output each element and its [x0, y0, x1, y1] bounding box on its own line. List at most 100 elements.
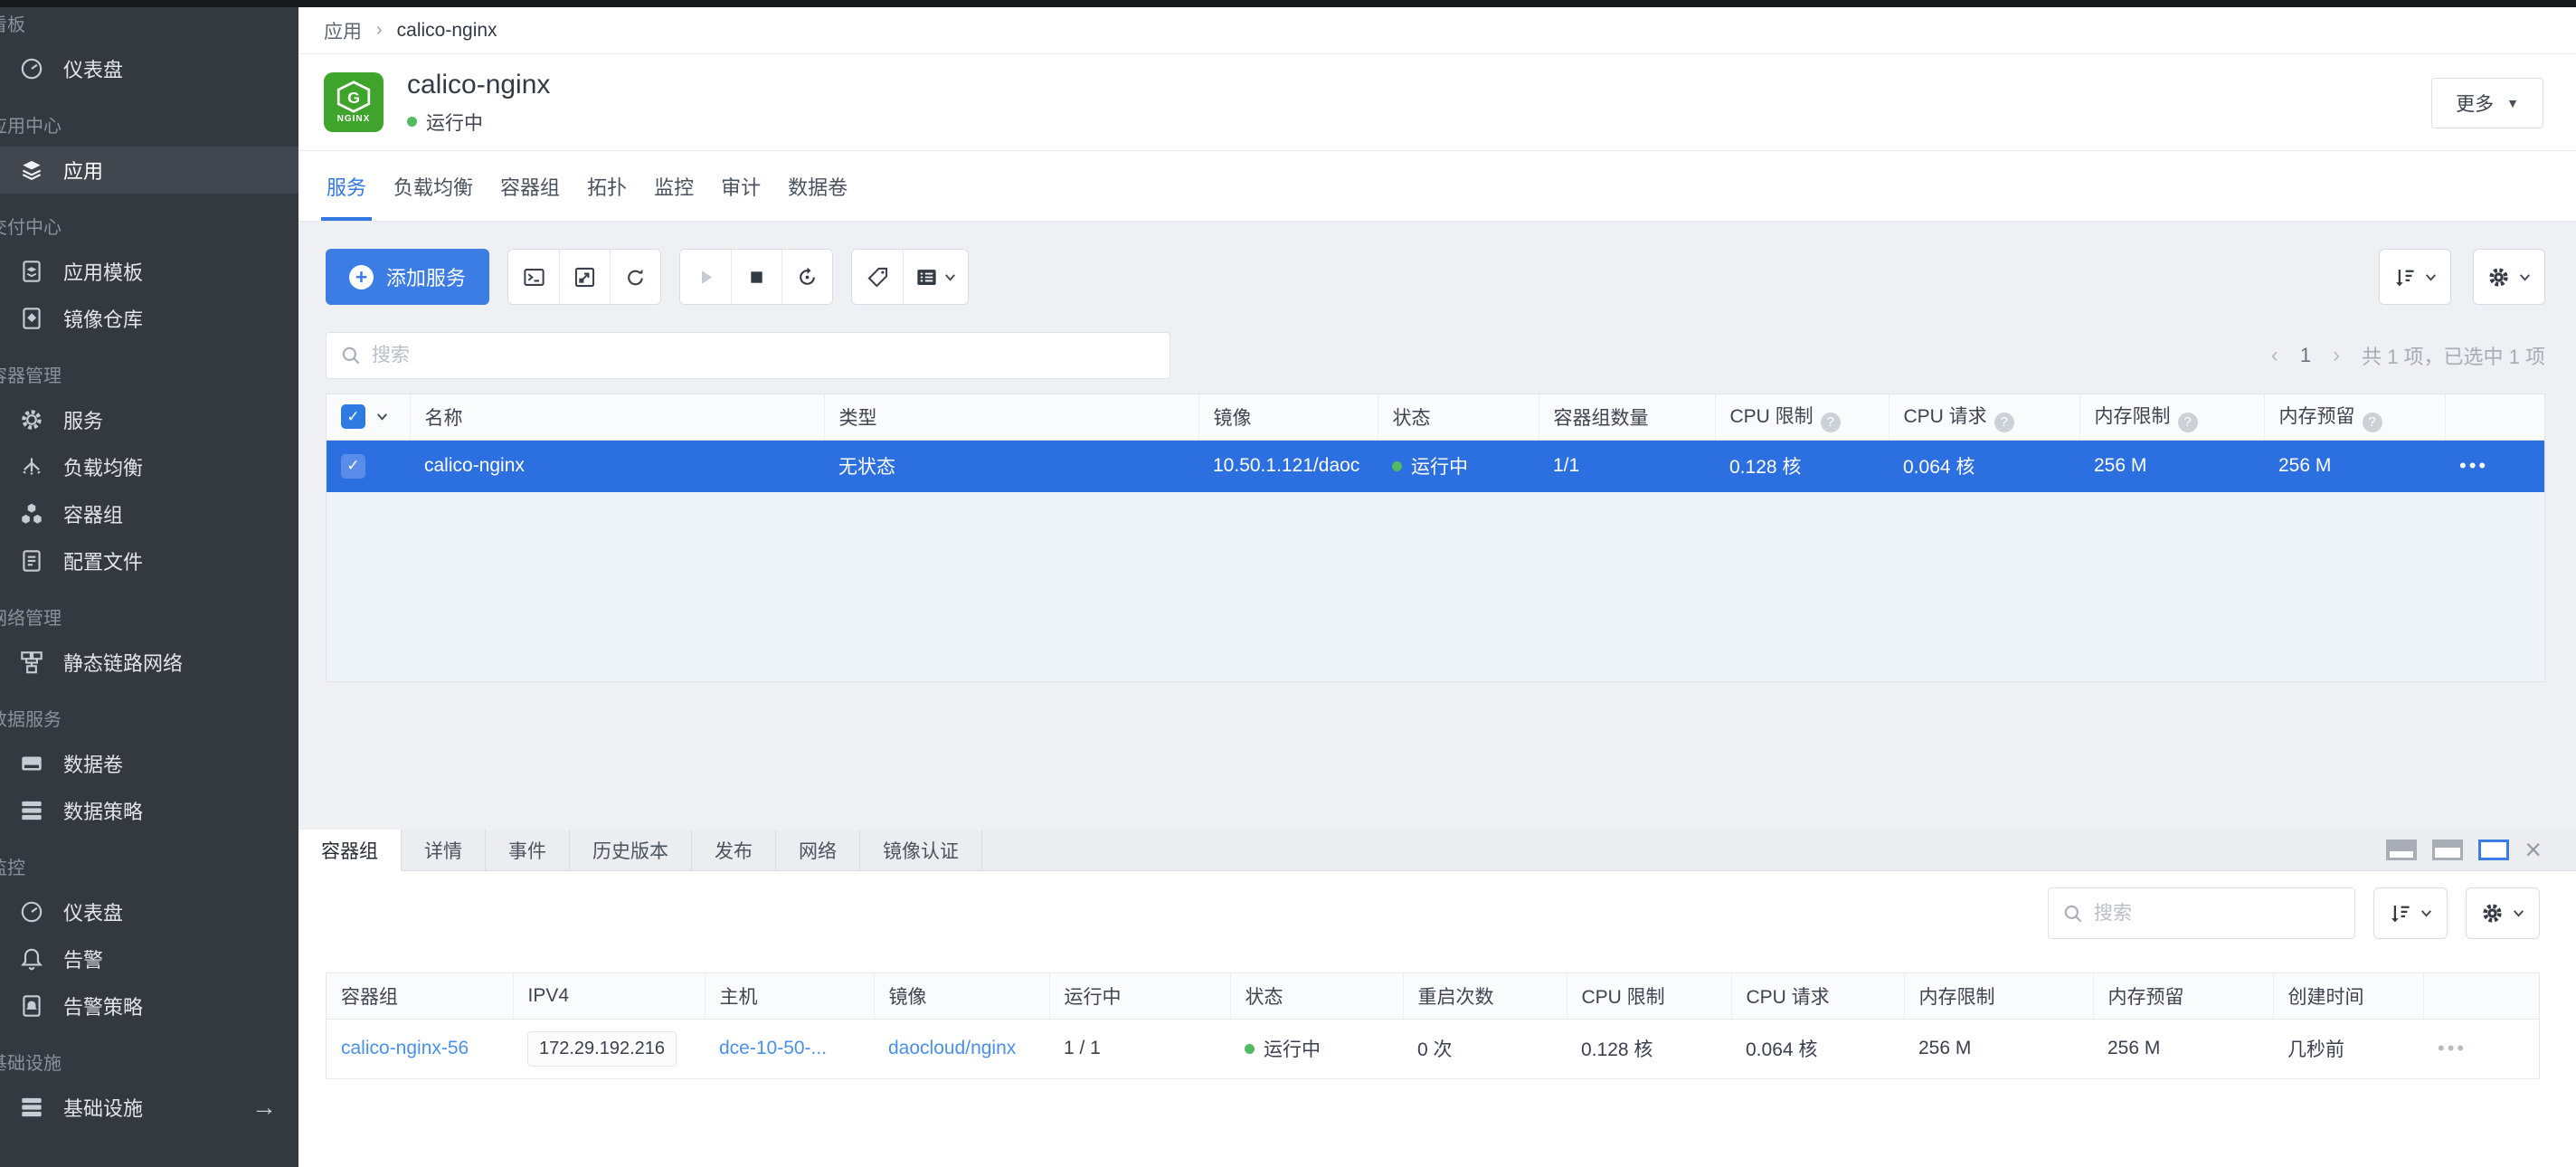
panel-tab-pods[interactable]: 容器组: [298, 830, 402, 871]
restart-button[interactable]: [781, 250, 832, 304]
page-number[interactable]: 1: [2291, 344, 2320, 367]
column-header-cpu-limit[interactable]: CPU 限制?: [1715, 394, 1889, 440]
panel-tab-history[interactable]: 历史版本: [570, 830, 692, 870]
column-header-status[interactable]: 状态: [1378, 394, 1539, 440]
column-header-mem-limit[interactable]: 内存限制?: [2079, 394, 2264, 440]
sidebar-item-infrastructure[interactable]: 基础设施 →: [0, 1084, 298, 1131]
stop-button[interactable]: [731, 250, 781, 304]
start-button[interactable]: [680, 250, 731, 304]
help-icon[interactable]: ?: [2178, 413, 2198, 432]
sidebar-item-label: 基础设施: [63, 1093, 143, 1122]
column-header-running[interactable]: 运行中: [1049, 973, 1230, 1019]
pod-host-link[interactable]: dce-10-50-...: [719, 1038, 827, 1058]
terminal-button[interactable]: [508, 250, 559, 304]
row-actions-icon[interactable]: •••: [2438, 1037, 2467, 1059]
more-button[interactable]: 更多 ▼: [2431, 78, 2543, 128]
sidebar-item-image-registry[interactable]: 镜像仓库: [0, 295, 298, 342]
tab-volumes[interactable]: 数据卷: [774, 151, 861, 221]
sidebar-item-applications[interactable]: 应用: [0, 147, 298, 194]
row-checkbox[interactable]: ✓: [341, 454, 365, 479]
sidebar-item-alert-policy[interactable]: 告警策略: [0, 982, 298, 1029]
column-header-cpu-request[interactable]: CPU 请求: [1731, 973, 1904, 1019]
help-icon[interactable]: ?: [1994, 413, 2014, 432]
help-icon[interactable]: ?: [1821, 413, 1841, 432]
row-actions-icon[interactable]: •••: [2459, 454, 2488, 477]
column-header-created[interactable]: 创建时间: [2273, 973, 2423, 1019]
tab-audit[interactable]: 审计: [707, 151, 774, 221]
breadcrumb-current: calico-nginx: [397, 20, 497, 42]
sidebar-item-monitor-dashboard[interactable]: 仪表盘: [0, 888, 298, 935]
column-header-mem-limit[interactable]: 内存限制: [1904, 973, 2093, 1019]
sidebar-item-services[interactable]: 服务: [0, 396, 298, 443]
panel-maximize-icon[interactable]: [2478, 840, 2509, 860]
next-page-icon[interactable]: ›: [2320, 343, 2353, 368]
pod-image-link[interactable]: daocloud/nginx: [888, 1038, 1016, 1058]
sidebar-item-static-link-network[interactable]: 静态链路网络: [0, 639, 298, 686]
pods-search-box: [2048, 887, 2355, 939]
sidebar-item-alerts[interactable]: 告警: [0, 935, 298, 982]
tab-load-balancer[interactable]: 负载均衡: [380, 151, 487, 221]
sidebar-item-label: 应用: [63, 156, 103, 185]
column-header-name[interactable]: 名称: [410, 394, 824, 440]
pods-table-row[interactable]: calico-nginx-56 172.29.192.216 dce-10-50…: [327, 1019, 2539, 1078]
pods-settings-button[interactable]: [2466, 887, 2540, 939]
pods-search-input[interactable]: [2094, 903, 2342, 925]
panel-tab-release[interactable]: 发布: [692, 830, 776, 870]
tab-topology[interactable]: 拓扑: [573, 151, 640, 221]
pods-sort-button[interactable]: [2373, 887, 2448, 939]
panel-close-icon[interactable]: ×: [2524, 840, 2542, 860]
sidebar-item-load-balancer[interactable]: 负载均衡: [0, 443, 298, 490]
column-header-cpu-request[interactable]: CPU 请求?: [1889, 394, 2079, 440]
panel-tab-image-auth[interactable]: 镜像认证: [860, 830, 982, 870]
table-settings-button[interactable]: [2473, 249, 2545, 305]
layers-icon: [18, 157, 45, 184]
pod-name-link[interactable]: calico-nginx-56: [341, 1038, 469, 1059]
tag-button[interactable]: [852, 250, 903, 304]
column-header-host[interactable]: 主机: [705, 973, 874, 1019]
sidebar-item-volumes[interactable]: 数据卷: [0, 740, 298, 787]
cell-cpu-request: 0.064 核: [1889, 440, 2079, 492]
column-header-cpu-limit[interactable]: CPU 限制: [1567, 973, 1731, 1019]
panel-minimize-icon[interactable]: [2386, 840, 2417, 860]
panel-window-controls: ×: [2386, 830, 2576, 870]
sidebar-section-label: 容器管理: [0, 364, 298, 389]
sidebar-item-data-policy[interactable]: 数据策略: [0, 787, 298, 834]
scale-button[interactable]: [559, 250, 610, 304]
sort-button[interactable]: [2379, 249, 2451, 305]
panel-tab-network[interactable]: 网络: [776, 830, 860, 870]
refresh-button[interactable]: [610, 250, 660, 304]
restart-icon: [795, 265, 819, 289]
panel-tab-events[interactable]: 事件: [486, 830, 570, 870]
column-header-type[interactable]: 类型: [824, 394, 1198, 440]
sidebar-item-pods[interactable]: 容器组: [0, 490, 298, 537]
column-header-pod[interactable]: 容器组: [327, 973, 513, 1019]
panel-half-height-icon[interactable]: [2432, 840, 2463, 860]
column-header-mem-reserve[interactable]: 内存预留: [2093, 973, 2273, 1019]
chevron-down-icon[interactable]: [374, 409, 390, 424]
sidebar-item-dashboard[interactable]: 仪表盘: [0, 45, 298, 92]
column-header-mem-reserve[interactable]: 内存预留?: [2264, 394, 2445, 440]
service-table-row[interactable]: ✓ calico-nginx 无状态 10.50.1.121/daoc 运行中 …: [327, 440, 2544, 492]
top-dark-strip: [0, 0, 2576, 7]
prev-page-icon[interactable]: ‹: [2259, 343, 2291, 368]
sidebar-item-app-templates[interactable]: 应用模板: [0, 248, 298, 295]
tab-pods[interactable]: 容器组: [487, 151, 573, 221]
pod-ipv4-chip[interactable]: 172.29.192.216: [527, 1031, 677, 1067]
arrow-right-icon[interactable]: →: [251, 1093, 298, 1122]
column-header-pod-count[interactable]: 容器组数量: [1539, 394, 1715, 440]
breadcrumb-parent-link[interactable]: 应用: [324, 17, 362, 44]
tab-monitoring[interactable]: 监控: [640, 151, 707, 221]
column-header-image[interactable]: 镜像: [1198, 394, 1378, 440]
select-all-checkbox[interactable]: ✓: [341, 404, 365, 429]
column-header-status[interactable]: 状态: [1230, 973, 1403, 1019]
sidebar-item-config-files[interactable]: 配置文件: [0, 537, 298, 584]
tab-services[interactable]: 服务: [313, 151, 380, 221]
panel-tab-details[interactable]: 详情: [402, 830, 486, 870]
view-options-button[interactable]: [903, 250, 968, 304]
column-header-restarts[interactable]: 重启次数: [1403, 973, 1567, 1019]
search-input[interactable]: [372, 345, 1157, 366]
help-icon[interactable]: ?: [2363, 413, 2382, 432]
column-header-ipv4[interactable]: IPV4: [513, 973, 705, 1019]
add-service-button[interactable]: + 添加服务: [326, 249, 489, 305]
column-header-image[interactable]: 镜像: [874, 973, 1049, 1019]
